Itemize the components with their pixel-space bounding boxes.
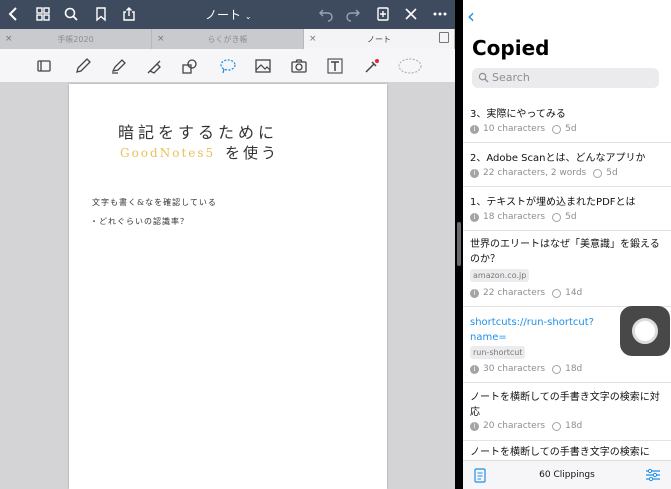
info-icon: i	[470, 124, 479, 134]
clock-icon	[593, 168, 603, 178]
info-icon: i	[470, 288, 479, 298]
search-icon[interactable]	[61, 4, 81, 24]
bookmark-icon[interactable]	[91, 4, 111, 24]
back-button[interactable]: ‹	[467, 4, 475, 28]
handwriting-line-4: ・どれぐらいの認識率？	[90, 217, 189, 226]
bottom-toolbar: 60 Clippings	[463, 460, 671, 489]
copied-pane: ‹ Copied Search 3、実際にやってみる i 10 character…	[463, 0, 671, 489]
eraser-icon[interactable]	[144, 56, 164, 76]
document-title[interactable]: ノート ⌄	[205, 6, 252, 23]
search-input[interactable]: Search	[472, 68, 659, 88]
handwriting-line-1: 暗記をするために	[118, 123, 279, 142]
tool-bar	[0, 49, 455, 83]
highlighter-icon[interactable]	[108, 56, 128, 76]
clock-icon	[552, 288, 562, 298]
back-icon[interactable]	[4, 4, 24, 24]
add-page-icon[interactable]	[373, 4, 393, 24]
handwriting-line-2: を使う	[225, 144, 280, 162]
search-icon	[478, 72, 489, 83]
handwriting-highlight: GoodNotes5	[120, 146, 216, 160]
divider-handle[interactable]	[457, 222, 461, 266]
list-item[interactable]: 1、テキストが埋め込まれたPDFとは i 18 characters 5d	[463, 187, 671, 231]
info-icon: i	[470, 364, 479, 374]
redo-icon[interactable]	[343, 4, 363, 24]
close-tab-icon[interactable]: ×	[309, 34, 317, 44]
top-navigation-bar: ノート ⌄	[0, 0, 455, 29]
split-view-icon[interactable]	[439, 32, 449, 43]
goodnotes-pane: ノート ⌄ × 手帳2020 × らくがき帳 × ノート 暗記をするために GoodN…	[0, 0, 455, 489]
laser-pointer-icon[interactable]	[362, 56, 382, 76]
document-tabs: × 手帳2020 × らくがき帳 × ノート	[0, 29, 455, 49]
tab-techou[interactable]: × 手帳2020	[0, 29, 152, 49]
list-item[interactable]: 3、実際にやってみる i 10 characters 5d	[463, 99, 671, 143]
split-divider[interactable]	[455, 0, 463, 489]
list-item[interactable]: 2、Adobe Scanとは、どんなアプリか i 22 characters, 2…	[463, 143, 671, 187]
image-icon[interactable]	[253, 56, 273, 76]
clock-icon	[552, 124, 562, 134]
pen-icon[interactable]	[73, 56, 93, 76]
undo-icon[interactable]	[316, 4, 336, 24]
share-icon[interactable]	[119, 4, 139, 24]
list-item[interactable]: ノートを横断しての手書き文字の検索に対応 i 20 characters 18d	[463, 383, 671, 441]
tab-rakugaki[interactable]: × らくがき帳	[152, 29, 304, 49]
tab-note[interactable]: × ノート	[304, 29, 455, 49]
handwriting-line-3: 文字も書く&なを確認している	[92, 198, 217, 207]
lasso-icon[interactable]	[218, 56, 238, 76]
close-tab-icon[interactable]: ×	[5, 34, 13, 44]
info-icon: i	[470, 421, 479, 431]
assistive-touch-icon	[632, 318, 658, 344]
thumbnail-icon[interactable]	[34, 56, 54, 76]
assistive-touch-button[interactable]	[620, 306, 670, 356]
grid-icon[interactable]	[33, 4, 53, 24]
clippings-count: 60 Clippings	[539, 470, 595, 480]
shortcut-link[interactable]: shortcuts://run-shortcut?name=	[470, 315, 615, 345]
domain-tag: amazon.co.jp	[470, 269, 530, 282]
domain-tag: run-shortcut	[470, 346, 526, 359]
info-icon: i	[470, 212, 479, 222]
clock-icon	[552, 364, 562, 374]
more-icon[interactable]	[430, 4, 450, 24]
clock-icon	[552, 212, 562, 222]
clock-icon	[552, 421, 562, 431]
list-item[interactable]: 世界のエリートはなぜ「美意識」を鍛えるのか？ amazon.co.jp i 22 …	[463, 231, 671, 307]
info-icon: i	[470, 168, 479, 178]
list-item[interactable]: ノートを横断しての手書き文字の検索に	[463, 441, 671, 461]
shapes-icon[interactable]	[180, 56, 200, 76]
filter-icon[interactable]	[645, 468, 661, 482]
page-title: Copied	[472, 36, 550, 60]
close-tab-icon[interactable]: ×	[157, 34, 165, 44]
shape-lasso-icon[interactable]	[397, 56, 423, 76]
camera-icon[interactable]	[289, 56, 309, 76]
textbox-icon[interactable]	[325, 56, 345, 76]
close-icon[interactable]	[401, 4, 421, 24]
